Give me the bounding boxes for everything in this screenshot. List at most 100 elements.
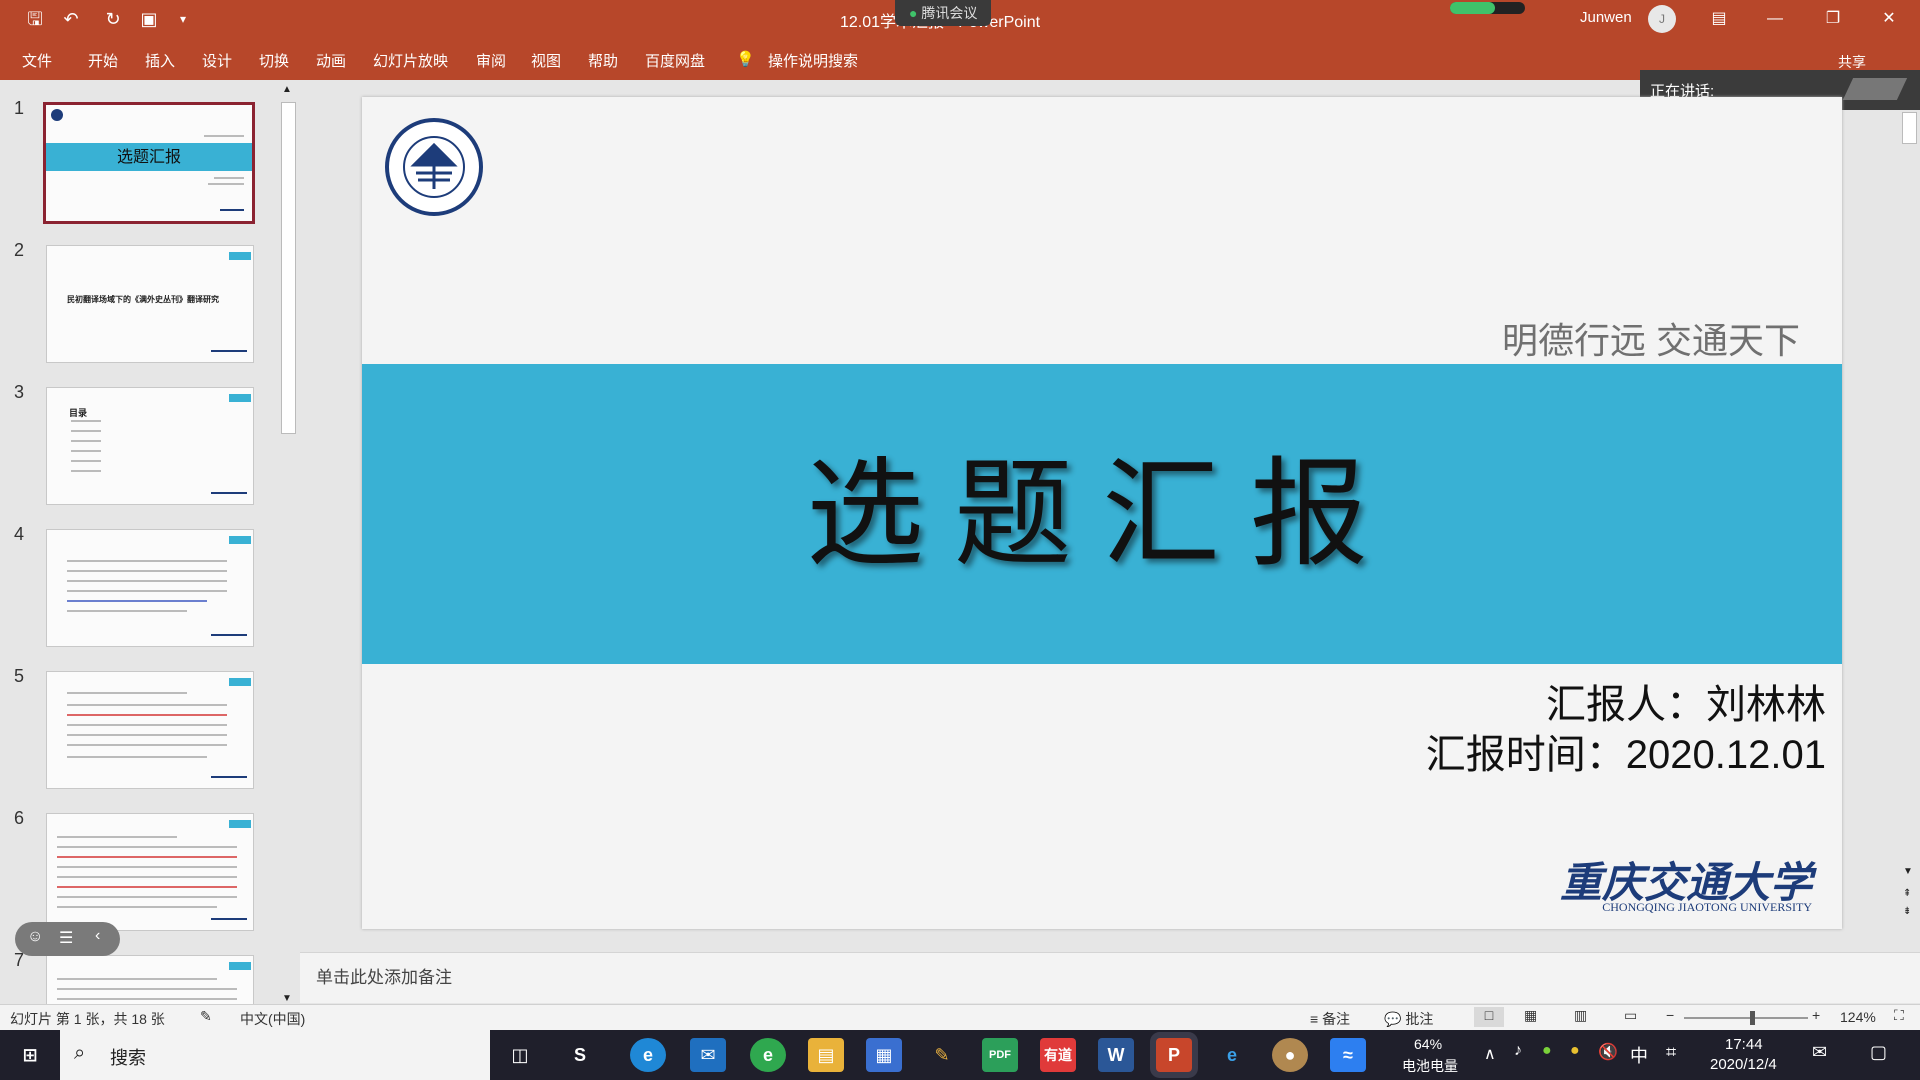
tab-animations[interactable]: 动画: [316, 50, 346, 71]
thumbnail-number: 6: [14, 808, 25, 828]
tab-file[interactable]: 文件: [22, 50, 52, 71]
slide-thumbnail-7[interactable]: [46, 955, 254, 1007]
zoom-slider[interactable]: [1684, 1011, 1808, 1025]
zoom-slider-handle[interactable]: [1750, 1011, 1755, 1025]
tab-transitions[interactable]: 切换: [259, 50, 289, 71]
redo-icon[interactable]: ↻: [98, 6, 128, 32]
tab-baidu-netdisk[interactable]: 百度网盘: [645, 50, 705, 71]
battery-percent[interactable]: 64%: [1414, 1036, 1442, 1052]
tab-help[interactable]: 帮助: [588, 50, 618, 71]
emoji-icon[interactable]: ☺: [27, 928, 43, 946]
task-view-icon[interactable]: ◫: [502, 1038, 538, 1072]
battery-label[interactable]: 电池电量: [1402, 1056, 1458, 1076]
next-slide-icon[interactable]: ⇟: [1903, 906, 1911, 917]
chat-icon[interactable]: ☰: [59, 928, 73, 948]
collapse-icon[interactable]: ‹: [95, 927, 100, 945]
slide-thumbnail-5[interactable]: [46, 671, 254, 789]
notes-toggle-button[interactable]: ≡ 备注: [1310, 1009, 1350, 1029]
restore-icon[interactable]: ❐: [1810, 4, 1856, 34]
slide-thumbnail-2[interactable]: 民初翻译场域下的《满外史丛刊》翻译研究: [46, 245, 254, 363]
tab-home[interactable]: 开始: [88, 50, 118, 71]
thumbnail-title: 选题汇报: [46, 143, 252, 171]
edge-icon[interactable]: e: [630, 1038, 666, 1072]
fit-to-window-icon[interactable]: ⛶: [1894, 1007, 1904, 1024]
slide-title[interactable]: 选题汇报: [362, 364, 1842, 664]
thumbnail-number: 5: [14, 666, 25, 686]
zoom-in-icon[interactable]: +: [1812, 1007, 1820, 1023]
windows-start-icon[interactable]: ⊞: [12, 1038, 48, 1072]
scrollbar-thumb[interactable]: [1902, 112, 1917, 144]
action-center-icon[interactable]: ▢: [1870, 1042, 1887, 1063]
ime-indicator[interactable]: 中: [1630, 1042, 1648, 1068]
file-explorer-icon[interactable]: ▤: [808, 1038, 844, 1072]
slide-thumbnail-1[interactable]: 选题汇报: [43, 102, 255, 224]
tab-slideshow[interactable]: 幻灯片放映: [373, 50, 448, 71]
tab-review[interactable]: 审阅: [476, 50, 506, 71]
customize-toolbar-icon[interactable]: ▾: [168, 6, 198, 32]
close-icon[interactable]: ✕: [1866, 4, 1912, 34]
start-slideshow-icon[interactable]: ▣: [134, 6, 164, 32]
sketch-icon[interactable]: ✎: [924, 1038, 960, 1072]
notes-placeholder[interactable]: 单击此处添加备注: [316, 963, 452, 988]
volume-icon[interactable]: 🔇: [1598, 1042, 1618, 1062]
powerpoint-icon[interactable]: P: [1156, 1038, 1192, 1072]
report-date-text[interactable]: 汇报时间：2020.12.01: [1426, 722, 1826, 780]
language-indicator[interactable]: 中文(中国): [240, 1009, 305, 1029]
mail-icon[interactable]: ✉: [690, 1038, 726, 1072]
notes-pane[interactable]: 单击此处添加备注: [300, 952, 1920, 1003]
app-icon[interactable]: S: [562, 1038, 598, 1072]
normal-view-icon[interactable]: □: [1474, 1007, 1504, 1027]
meeting-app-icon[interactable]: ≈: [1330, 1038, 1366, 1072]
notification-bell-icon[interactable]: ♪: [1514, 1042, 1522, 1060]
tab-view[interactable]: 视图: [531, 50, 561, 71]
thumbnail-number: 1: [14, 98, 25, 118]
slideshow-view-icon[interactable]: ▭: [1624, 1007, 1637, 1024]
thumbnail-scrollbar[interactable]: ▲ ▼: [279, 84, 296, 1004]
meeting-indicator[interactable]: ● 腾讯会议: [895, 0, 992, 26]
chevron-up-icon[interactable]: ∧: [1484, 1044, 1496, 1064]
notes-label: 备注: [1322, 1011, 1351, 1027]
tray-app2-icon[interactable]: ●: [1570, 1042, 1580, 1060]
tell-me-search[interactable]: 操作说明搜索: [768, 50, 858, 71]
ime-layout-icon[interactable]: ⌗: [1666, 1042, 1676, 1063]
scroll-down-icon[interactable]: ▼: [282, 993, 292, 1004]
browser-icon[interactable]: e: [750, 1038, 786, 1072]
scrollbar-thumb[interactable]: [281, 102, 296, 434]
taskbar-search[interactable]: ⌕ 搜索: [60, 1030, 490, 1080]
comments-button[interactable]: 💬 批注: [1384, 1009, 1433, 1029]
minimize-icon[interactable]: —: [1752, 4, 1798, 34]
tab-design[interactable]: 设计: [202, 50, 232, 71]
message-icon[interactable]: ✉: [1812, 1042, 1827, 1063]
pdf-icon[interactable]: PDF: [982, 1038, 1018, 1072]
slide-canvas[interactable]: 明德行远 交通天下 选题汇报 汇报人：刘林林 汇报时间：2020.12.01 重…: [362, 97, 1842, 929]
meeting-chat-toolbar[interactable]: ☺ ☰ ‹: [15, 922, 120, 956]
scroll-up-icon[interactable]: ▲: [282, 84, 292, 95]
slide-thumbnail-3[interactable]: 目录: [46, 387, 254, 505]
tray-app-icon[interactable]: ●: [1542, 1042, 1552, 1060]
clock-date[interactable]: 2020/12/4: [1710, 1056, 1777, 1073]
clock-time[interactable]: 17:44: [1725, 1036, 1763, 1053]
slide-sorter-icon[interactable]: ▦: [1524, 1007, 1537, 1024]
zoom-level[interactable]: 124%: [1840, 1009, 1876, 1025]
tab-insert[interactable]: 插入: [145, 50, 175, 71]
app-avatar-icon[interactable]: ●: [1272, 1038, 1308, 1072]
slide-thumbnail-4[interactable]: [46, 529, 254, 647]
zoom-out-icon[interactable]: −: [1666, 1007, 1674, 1023]
internet-explorer-icon[interactable]: e: [1214, 1038, 1250, 1072]
undo-icon[interactable]: ↶: [56, 6, 86, 32]
slide-thumbnail-6[interactable]: [46, 813, 254, 931]
user-name[interactable]: Junwen: [1580, 9, 1632, 26]
store-icon[interactable]: ▦: [866, 1038, 902, 1072]
save-icon[interactable]: 🖫: [20, 6, 50, 32]
youdao-icon[interactable]: 有道: [1040, 1038, 1076, 1072]
title-bar: 🖫 ↶ ↻ ▣ ▾ 12.01学术汇报 - PowerPoint ● 腾讯会议 …: [0, 0, 1920, 38]
avatar[interactable]: J: [1648, 5, 1676, 33]
slide-scrollbar[interactable]: ▼ ⇞ ⇟: [1900, 110, 1918, 952]
scroll-down-icon[interactable]: ▼: [1903, 866, 1913, 877]
ribbon-display-options-icon[interactable]: ▤: [1696, 4, 1742, 34]
spellcheck-icon[interactable]: ✎: [200, 1008, 212, 1025]
previous-slide-icon[interactable]: ⇞: [1903, 888, 1911, 899]
share-button[interactable]: 共享: [1838, 52, 1866, 72]
reading-view-icon[interactable]: ▥: [1574, 1007, 1587, 1024]
word-icon[interactable]: W: [1098, 1038, 1134, 1072]
